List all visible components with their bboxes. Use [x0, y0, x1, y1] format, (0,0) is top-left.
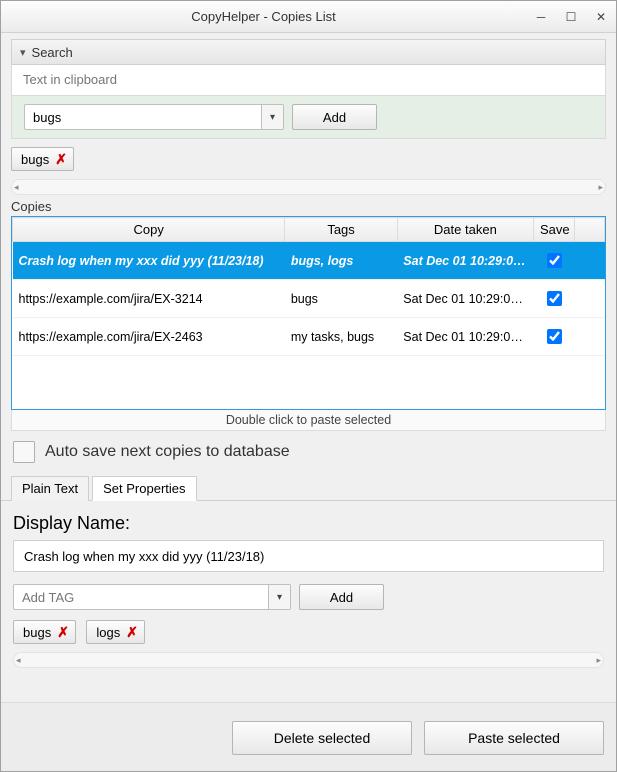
table-row[interactable]: Crash log when my xxx did yyy (11/23/18)…: [13, 242, 605, 280]
save-checkbox[interactable]: [547, 329, 562, 344]
search-header[interactable]: ▾ Search: [11, 39, 606, 65]
paste-selected-button[interactable]: Paste selected: [424, 721, 604, 755]
cell-date: Sat Dec 01 10:29:03 I...: [397, 318, 533, 356]
cell-copy: Crash log when my xxx did yyy (11/23/18): [13, 242, 285, 280]
grid-hint: Double click to paste selected: [11, 410, 606, 431]
tag-filter-bar: ▾ Add: [11, 96, 606, 139]
tag-filter-input[interactable]: [24, 104, 284, 130]
tag-chip[interactable]: logs ✗: [86, 620, 145, 644]
display-name-input[interactable]: [13, 540, 604, 572]
tab-plain-text[interactable]: Plain Text: [11, 476, 89, 501]
tag-filter-add-button[interactable]: Add: [292, 104, 377, 130]
tag-chip-label: logs: [96, 625, 120, 640]
column-header-blank: [575, 218, 605, 242]
remove-icon[interactable]: ✗: [55, 151, 67, 168]
detail-tag-add-button[interactable]: Add: [299, 584, 384, 610]
app-window: CopyHelper - Copies List ─ ☐ ✕ ▾ Search …: [0, 0, 617, 772]
save-checkbox[interactable]: [547, 253, 562, 268]
delete-selected-button[interactable]: Delete selected: [232, 721, 412, 755]
cell-tags: bugs: [285, 280, 397, 318]
cell-tags: bugs, logs: [285, 242, 397, 280]
horizontal-scrollbar[interactable]: ◂▸: [13, 652, 604, 668]
display-name-label: Display Name:: [1, 501, 616, 540]
search-box: [11, 65, 606, 96]
tag-filter-chips: bugs ✗: [1, 139, 616, 179]
tag-chip-label: bugs: [23, 625, 51, 640]
chevron-down-icon[interactable]: ▾: [268, 585, 290, 609]
cell-save: [533, 280, 574, 318]
maximize-button[interactable]: ☐: [556, 1, 586, 33]
detail-tag-input[interactable]: [13, 584, 291, 610]
copies-grid: Copy Tags Date taken Save Crash log when…: [11, 216, 606, 410]
cell-save: [533, 242, 574, 280]
detail-tag-combo[interactable]: ▾: [13, 584, 291, 610]
table-row[interactable]: https://example.com/jira/EX-3214 bugs Sa…: [13, 280, 605, 318]
tag-chip-label: bugs: [21, 152, 49, 167]
chevron-down-icon[interactable]: ▾: [261, 105, 283, 129]
chevron-down-icon: ▾: [20, 46, 26, 59]
column-header-date[interactable]: Date taken: [397, 218, 533, 242]
table-row[interactable]: https://example.com/jira/EX-2463 my task…: [13, 318, 605, 356]
cell-copy: https://example.com/jira/EX-2463: [13, 318, 285, 356]
autosave-checkbox[interactable]: [13, 441, 35, 463]
remove-icon[interactable]: ✗: [126, 624, 138, 641]
tag-chip[interactable]: bugs ✗: [13, 620, 76, 644]
detail-tabs: Plain Text Set Properties: [1, 469, 616, 501]
autosave-row: Auto save next copies to database: [1, 431, 616, 469]
tag-chip[interactable]: bugs ✗: [11, 147, 74, 171]
cell-save: [533, 318, 574, 356]
cell-tags: my tasks, bugs: [285, 318, 397, 356]
display-name-field-wrap: [13, 540, 604, 572]
search-header-label: Search: [32, 45, 73, 60]
column-header-save[interactable]: Save: [533, 218, 574, 242]
cell-date: Sat Dec 01 10:29:03 I...: [397, 242, 533, 280]
footer-bar: Delete selected Paste selected: [1, 702, 616, 771]
column-header-copy[interactable]: Copy: [13, 218, 285, 242]
horizontal-scrollbar[interactable]: ◂▸: [11, 179, 606, 195]
minimize-button[interactable]: ─: [526, 1, 556, 33]
close-button[interactable]: ✕: [586, 1, 616, 33]
titlebar: CopyHelper - Copies List ─ ☐ ✕: [1, 1, 616, 33]
tag-filter-combo[interactable]: ▾: [24, 104, 284, 130]
copies-section-label: Copies: [1, 195, 616, 216]
cell-copy: https://example.com/jira/EX-3214: [13, 280, 285, 318]
remove-icon[interactable]: ✗: [57, 624, 69, 641]
detail-tag-chips: bugs ✗ logs ✗: [1, 610, 616, 648]
window-title: CopyHelper - Copies List: [1, 9, 526, 24]
autosave-label: Auto save next copies to database: [45, 443, 290, 461]
column-header-tags[interactable]: Tags: [285, 218, 397, 242]
save-checkbox[interactable]: [547, 291, 562, 306]
search-input[interactable]: [21, 71, 596, 88]
detail-tag-add: ▾ Add: [1, 572, 616, 610]
cell-date: Sat Dec 01 10:29:03 I...: [397, 280, 533, 318]
tab-set-properties[interactable]: Set Properties: [92, 476, 196, 501]
